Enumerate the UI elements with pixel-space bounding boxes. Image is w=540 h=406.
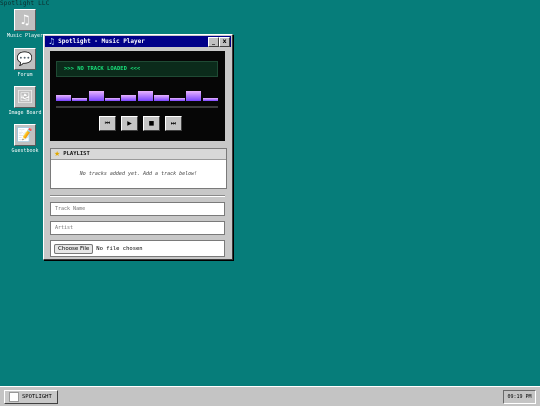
visualizer-bar (153, 95, 169, 101)
company-brand-label: Spotlight LLC (0, 0, 50, 7)
visualizer-bar (137, 91, 153, 101)
visualizer-bar (104, 98, 120, 101)
file-status-text: No file chosen (96, 245, 143, 252)
star-icon: ★ (54, 150, 61, 158)
desktop-icon-label: Music Player (6, 33, 44, 39)
playlist-title: PLAYLIST (63, 151, 90, 157)
desktop-icon-forum[interactable]: 💬 Forum (5, 48, 45, 78)
visualizer-bar (56, 95, 71, 101)
next-track-button[interactable]: ⏭ (165, 116, 182, 131)
window-titlebar[interactable]: ♫ Spotlight - Music Player _ x (45, 36, 231, 47)
desktop-icon-image-board[interactable]: 🖼 Image Board (5, 86, 45, 116)
artist-input[interactable] (50, 221, 225, 235)
now-playing-display: >>> NO TRACK LOADED <<< (56, 61, 218, 77)
music-note-icon: ♫ (48, 37, 56, 46)
desktop-icon-label: Forum (17, 72, 33, 78)
desktop-icon-label: Image Board (8, 110, 42, 116)
start-button-label: SPOTLIGHT (22, 394, 52, 400)
visualizer-bar (72, 98, 88, 101)
window-title: Spotlight - Music Player (58, 38, 145, 45)
visualizer-bar (170, 98, 186, 101)
playlist-panel: ★ PLAYLIST No tracks added yet. Add a tr… (50, 148, 227, 189)
chat-bubble-icon: 💬 (14, 48, 36, 70)
desktop-icon-label: Guestbook (11, 148, 39, 154)
file-upload-field: Choose File No file chosen (50, 240, 225, 257)
music-player-window: ♫ Spotlight - Music Player _ x >>> NO TR… (43, 34, 233, 260)
visualizer-bar (88, 91, 104, 101)
picture-icon: 🖼 (14, 86, 36, 108)
desktop-icon-music-player[interactable]: ♫ Music Player (5, 9, 45, 39)
previous-track-button[interactable]: ⏮ (99, 116, 116, 131)
track-name-input[interactable] (50, 202, 225, 216)
visualizer-bar (121, 95, 137, 101)
taskbar: SPOTLIGHT 09:19 PM (0, 386, 540, 406)
play-button[interactable]: ▶ (121, 116, 138, 131)
minimize-button[interactable]: _ (208, 37, 219, 47)
start-button[interactable]: SPOTLIGHT (4, 390, 58, 404)
visualizer-bar (202, 98, 218, 101)
visualizer-bar (186, 91, 202, 101)
notepad-icon: 📝 (14, 124, 36, 146)
music-note-icon: ♫ (14, 9, 36, 31)
desktop-icon-guestbook[interactable]: 📝 Guestbook (5, 124, 45, 154)
start-icon (9, 392, 19, 402)
audio-visualizer (56, 87, 218, 104)
visualizer-baseline (56, 106, 218, 108)
divider (50, 195, 225, 197)
close-button[interactable]: x (219, 37, 230, 47)
choose-file-button[interactable]: Choose File (54, 243, 94, 254)
stop-button[interactable]: ■ (143, 116, 160, 131)
playlist-empty-message: No tracks added yet. Add a track below! (79, 171, 198, 177)
taskbar-clock: 09:19 PM (503, 390, 536, 404)
player-panel: >>> NO TRACK LOADED <<< ⏮ ▶ ■ ⏭ (50, 51, 225, 141)
playlist-header: ★ PLAYLIST (51, 149, 226, 160)
